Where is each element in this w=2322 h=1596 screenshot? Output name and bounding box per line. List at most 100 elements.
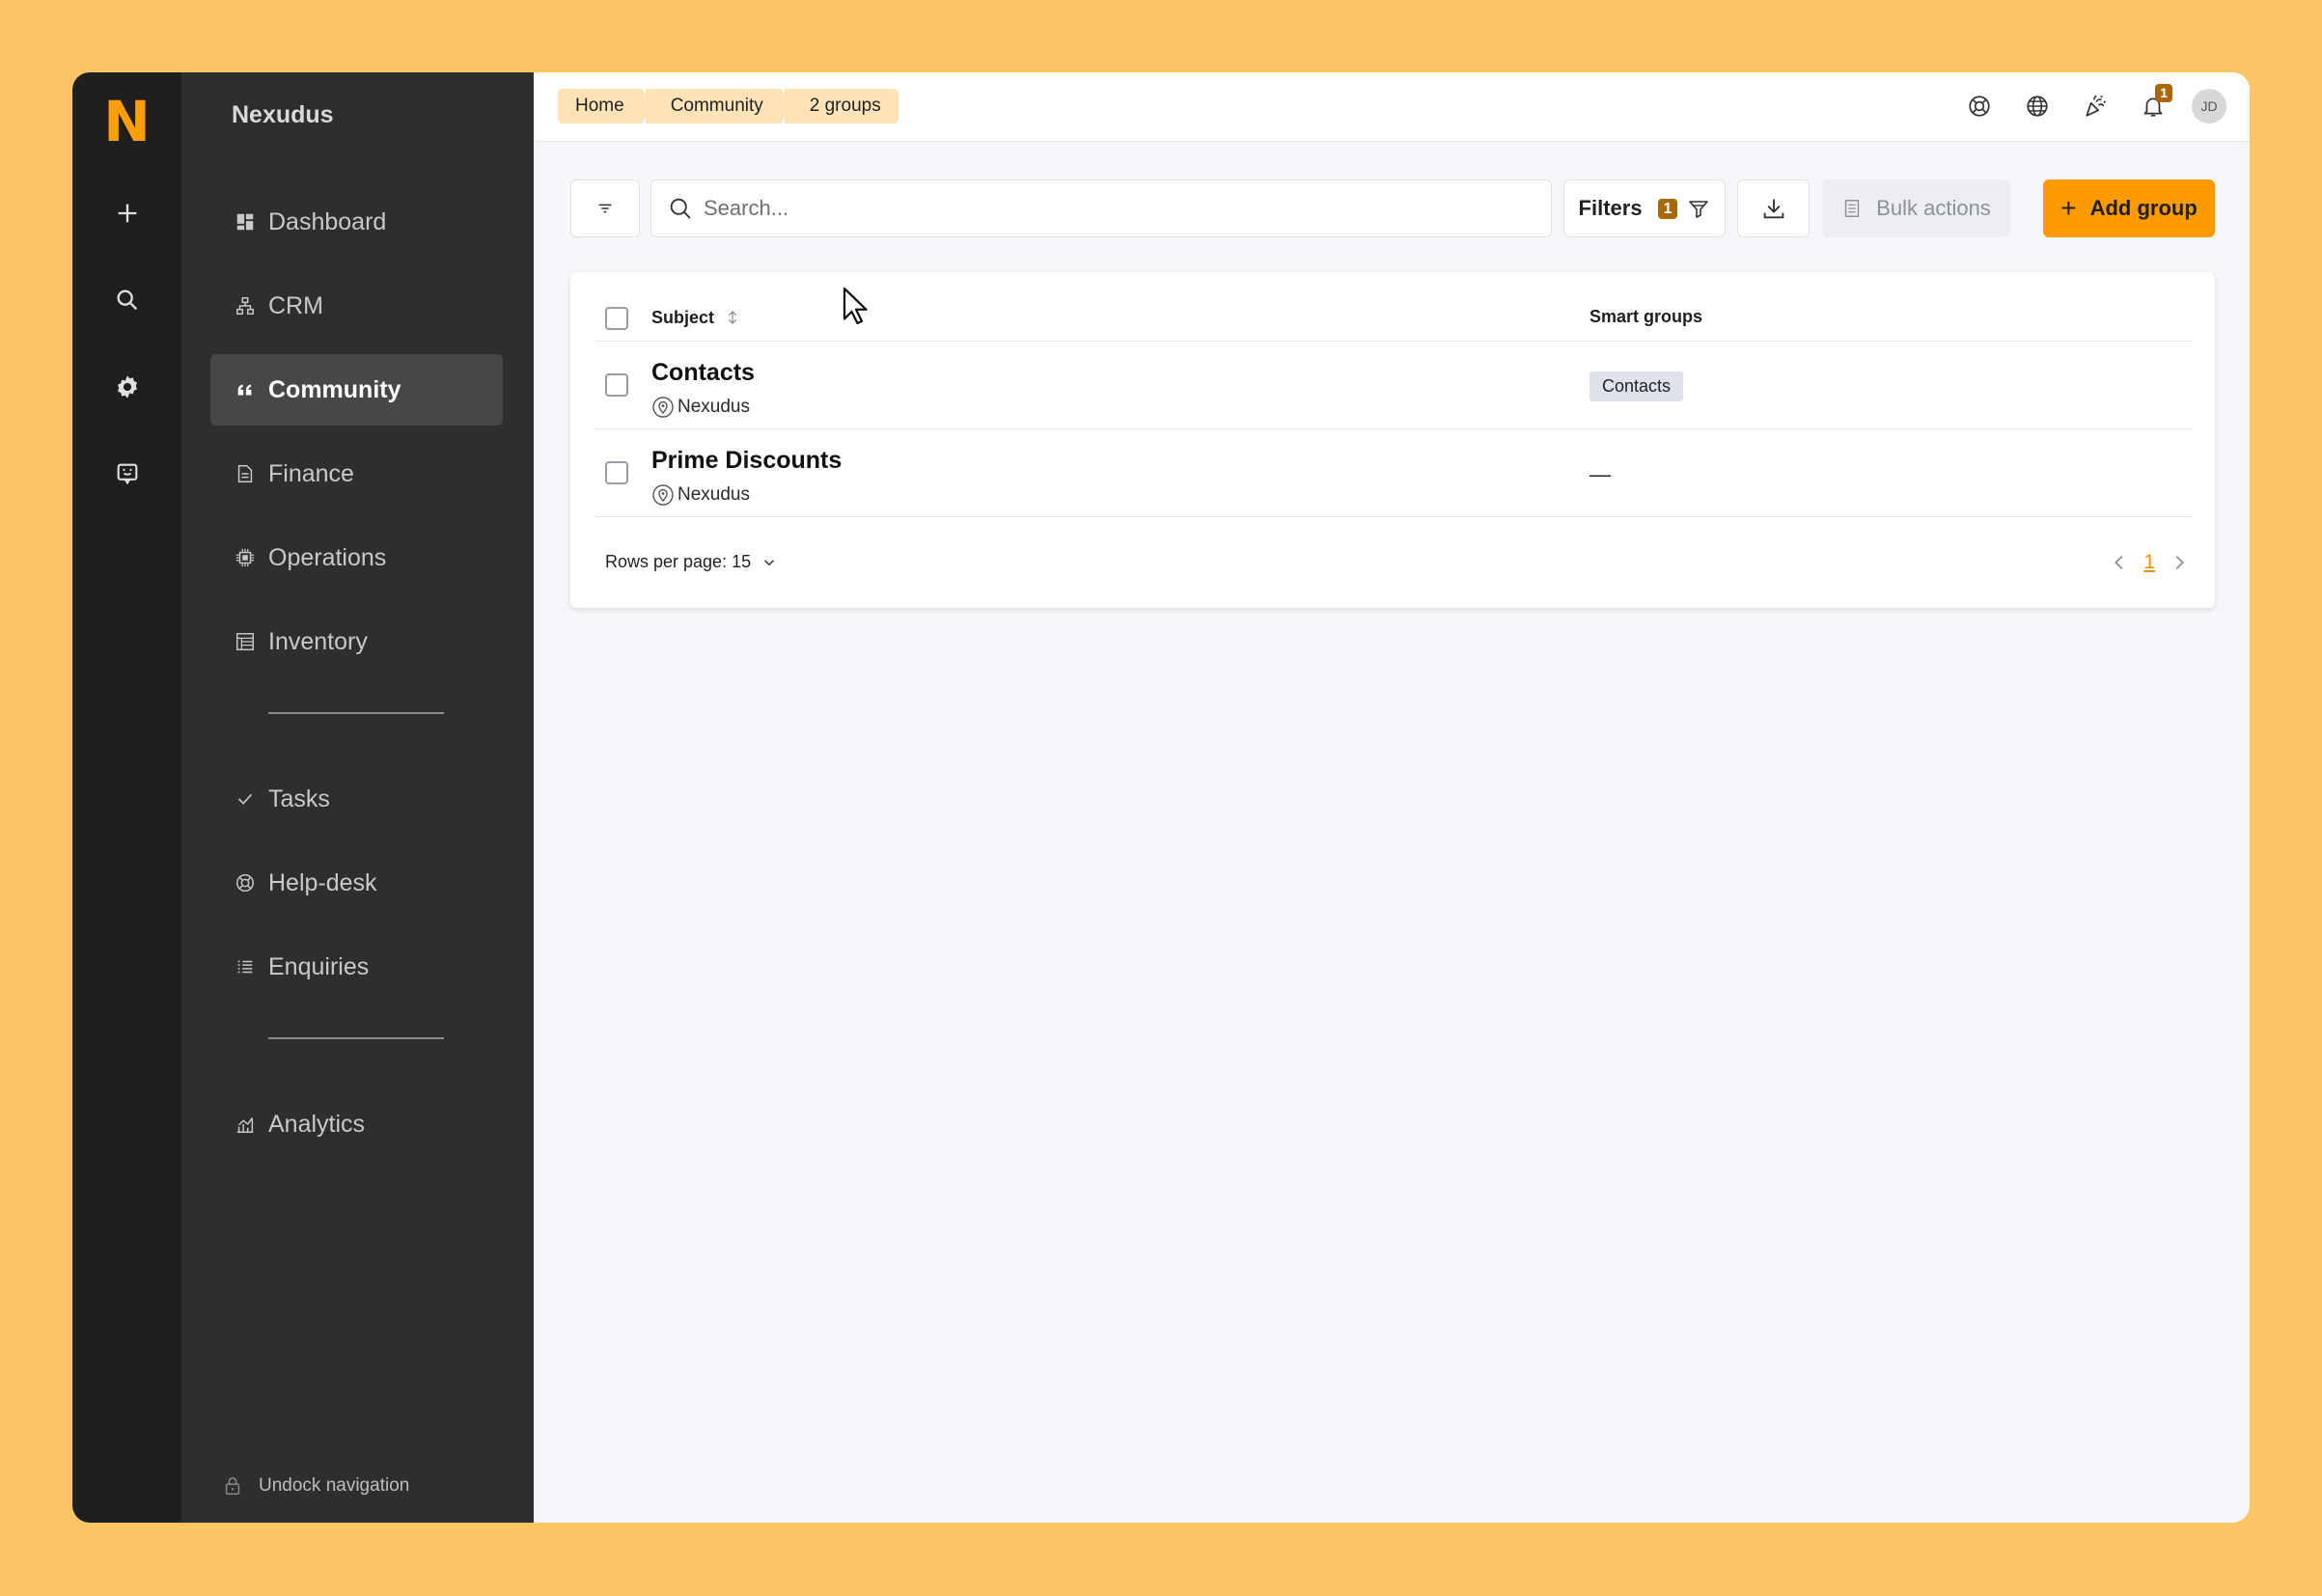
lock-icon <box>225 1477 240 1495</box>
previous-page-button[interactable] <box>2107 550 2132 575</box>
toolbar: Filters 1 Bulk actions + Add group <box>570 179 2215 237</box>
undock-label: Undock navigation <box>259 1475 410 1496</box>
mouse-cursor-icon <box>843 287 868 325</box>
row-checkbox[interactable] <box>605 373 628 397</box>
gear-icon <box>117 375 137 399</box>
add-group-button[interactable]: + Add group <box>2043 179 2215 237</box>
sidebar-item-label: Dashboard <box>268 207 387 235</box>
undock-navigation-button[interactable]: Undock navigation <box>222 1474 409 1498</box>
sidebar-item-label: CRM <box>268 291 323 319</box>
column-header-smart-groups: Smart groups <box>1589 307 1703 326</box>
lifebuoy-icon <box>1969 96 1990 117</box>
sidebar-item-label: Finance <box>268 459 354 487</box>
bulk-actions-label: Bulk actions <box>1876 196 1991 220</box>
breadcrumb-community[interactable]: Community <box>645 89 792 124</box>
language-button[interactable] <box>2018 87 2057 125</box>
feedback-button[interactable] <box>104 451 151 497</box>
column-filter-button[interactable] <box>570 179 640 237</box>
table-row[interactable]: Prime Discounts Nexudus — <box>594 429 2192 517</box>
list-icon <box>237 960 253 974</box>
sidebar-item-label: Analytics <box>268 1110 366 1138</box>
sidebar-item-community[interactable]: Community <box>210 354 503 426</box>
groups-table: Subject Smart groups Contacts Nexudus Co… <box>570 272 2215 608</box>
filters-count-badge: 1 <box>1657 198 1678 219</box>
plus-icon: + <box>2060 193 2077 223</box>
main-content: Home Community 2 groups 1 JD Search... F… <box>534 72 2250 1523</box>
document-list-icon <box>1845 200 1860 217</box>
filters-button[interactable]: Filters 1 <box>1563 179 1726 237</box>
location-pin-icon <box>652 397 674 418</box>
funnel-icon <box>1689 201 1709 218</box>
crm-icon <box>236 297 254 315</box>
add-group-label: Add group <box>2089 196 2198 220</box>
sidebar-item-label: Help-desk <box>268 868 377 896</box>
sidebar-item-tasks[interactable]: Tasks <box>210 763 503 835</box>
select-all-checkbox[interactable] <box>605 307 628 330</box>
table-row[interactable]: Contacts Nexudus Contacts <box>594 342 2192 429</box>
search-input[interactable] <box>704 196 1534 221</box>
sidebar-item-finance[interactable]: Finance <box>210 438 503 509</box>
breadcrumb-home[interactable]: Home <box>558 89 653 124</box>
smart-group-empty: — <box>1589 462 1611 486</box>
sidebar-item-crm[interactable]: CRM <box>210 270 503 342</box>
avatar[interactable]: JD <box>2192 89 2226 124</box>
smart-group-tag[interactable]: Contacts <box>1589 371 1684 401</box>
filters-label: Filters <box>1578 196 1643 220</box>
icon-rail: N <box>72 72 181 1523</box>
notifications-button[interactable]: 1 <box>2134 84 2172 125</box>
lifebuoy-icon <box>236 874 254 892</box>
rows-per-page-select[interactable]: Rows per page: 15 <box>605 552 778 572</box>
chevron-left-icon <box>2115 555 2123 570</box>
party-popper-icon <box>2086 95 2106 117</box>
settings-button[interactable] <box>104 364 151 410</box>
global-search-button[interactable] <box>104 277 151 323</box>
column-header-subject[interactable]: Subject <box>651 307 741 328</box>
whats-new-button[interactable] <box>2076 87 2115 125</box>
document-icon <box>237 465 253 482</box>
group-title[interactable]: Contacts <box>651 359 755 387</box>
nexudus-logo[interactable]: N <box>103 94 151 150</box>
pagination: 1 <box>2107 550 2192 575</box>
sidebar-item-enquiries[interactable]: Enquiries <box>210 931 503 1003</box>
sidebar-item-help-desk[interactable]: Help-desk <box>210 847 503 919</box>
sidebar-brand: Nexudus <box>232 101 334 128</box>
top-bar: Home Community 2 groups 1 JD <box>534 72 2250 142</box>
app-window: N Nexudus Dashboard CRM Community Financ… <box>72 72 2250 1523</box>
search-icon <box>116 289 137 311</box>
location-pin-icon <box>652 484 674 506</box>
breadcrumb: Home Community 2 groups <box>558 89 902 124</box>
filter-lines-icon <box>598 204 612 213</box>
notification-badge: 1 <box>2155 84 2172 102</box>
sidebar-item-inventory[interactable]: Inventory <box>210 606 503 677</box>
page-number[interactable]: 1 <box>2143 551 2155 574</box>
group-location: Nexudus <box>651 396 750 419</box>
row-checkbox[interactable] <box>605 461 628 484</box>
group-location: Nexudus <box>651 483 750 507</box>
add-new-button[interactable] <box>104 190 151 236</box>
group-title[interactable]: Prime Discounts <box>651 447 842 475</box>
chevron-down-icon <box>764 559 775 565</box>
quote-icon <box>237 384 252 396</box>
download-button[interactable] <box>1737 179 1810 237</box>
sidebar-item-label: Community <box>268 375 401 403</box>
chip-icon <box>235 548 255 567</box>
sidebar-divider <box>268 1037 444 1039</box>
sidebar-item-analytics[interactable]: Analytics <box>210 1088 503 1160</box>
sidebar: Nexudus Dashboard CRM Community Finance … <box>181 72 534 1523</box>
sidebar-item-label: Enquiries <box>268 952 370 980</box>
search-box <box>650 179 1552 237</box>
sidebar-item-operations[interactable]: Operations <box>210 522 503 593</box>
analytics-icon <box>236 1117 254 1133</box>
dashboard-icon <box>236 213 254 231</box>
inventory-icon <box>236 633 254 650</box>
plus-icon <box>118 204 136 223</box>
sidebar-nav: Dashboard CRM Community Finance Operatio… <box>210 186 503 1172</box>
next-page-button[interactable] <box>2167 550 2192 575</box>
sort-icon <box>728 311 737 324</box>
sidebar-divider <box>268 712 444 714</box>
bulk-actions-button[interactable]: Bulk actions <box>1822 179 2010 237</box>
help-button[interactable] <box>1960 87 1999 125</box>
search-icon <box>670 198 691 219</box>
sidebar-item-dashboard[interactable]: Dashboard <box>210 186 503 258</box>
sidebar-item-label: Operations <box>268 543 387 571</box>
